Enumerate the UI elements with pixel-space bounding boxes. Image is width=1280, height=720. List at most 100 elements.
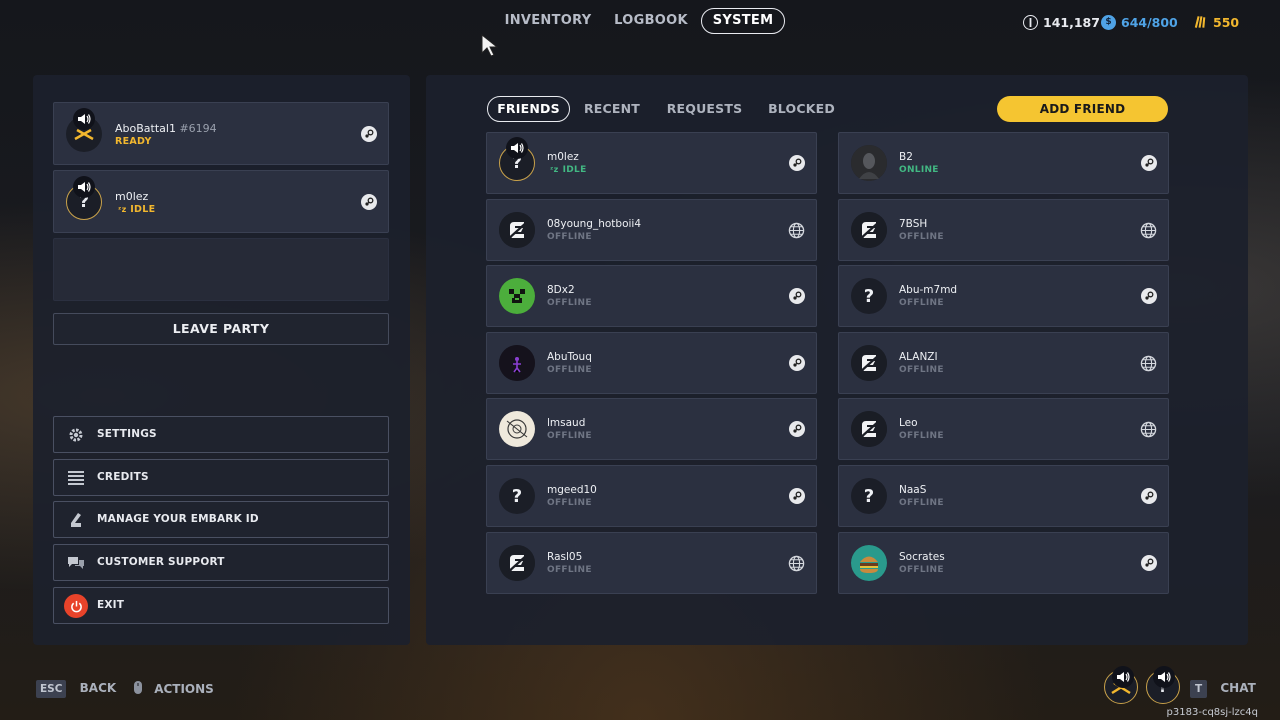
friend-status: OFFLINE <box>899 298 944 308</box>
settings-button[interactable]: SETTINGS <box>53 416 389 453</box>
globe-icon <box>788 222 805 239</box>
exit-button[interactable]: EXIT <box>53 587 389 624</box>
gold-value: 550 <box>1213 14 1240 30</box>
idle-status-text: IDLE <box>130 204 156 215</box>
friend-status: ᶻz IDLE <box>550 165 587 175</box>
question-mark-icon: ? <box>851 478 887 514</box>
chat-hint[interactable]: T CHAT <box>1190 680 1256 700</box>
friend-status: OFFLINE <box>899 565 944 575</box>
friend-card[interactable]: ? m0lez ᶻz IDLE <box>486 132 817 194</box>
tab-logbook[interactable]: LOGBOOK <box>613 8 689 34</box>
friend-card[interactable]: AbuTouq OFFLINE <box>486 332 817 394</box>
manage-embark-id-button[interactable]: MANAGE YOUR EMBARK ID <box>53 501 389 538</box>
creeper-avatar <box>499 278 535 314</box>
profile-photo <box>851 145 887 181</box>
friend-card[interactable]: Socrates OFFLINE <box>838 532 1169 594</box>
tab-friends[interactable]: FRIENDS <box>487 96 570 122</box>
friend-card[interactable]: ALANZI OFFLINE <box>838 332 1169 394</box>
friend-name: mgeed10 <box>547 484 597 496</box>
friend-status-text: OFFLINE <box>547 565 592 575</box>
friend-card[interactable]: Leo OFFLINE <box>838 398 1169 460</box>
steam-icon <box>1141 288 1157 304</box>
back-hint[interactable]: ESC BACK <box>36 680 116 700</box>
steam-icon <box>789 155 805 171</box>
friend-card[interactable]: ? mgeed10 OFFLINE <box>486 465 817 527</box>
friend-name: Socrates <box>899 551 945 563</box>
steam-icon <box>789 288 805 304</box>
tab-system[interactable]: SYSTEM <box>701 8 785 34</box>
tokens-value: 644/800 <box>1121 14 1178 30</box>
steam-icon <box>1141 488 1157 504</box>
friend-status-text: ONLINE <box>899 165 939 175</box>
customer-support-button[interactable]: CUSTOMER SUPPORT <box>53 544 389 581</box>
manage-embark-id-label: MANAGE YOUR EMBARK ID <box>97 513 259 525</box>
friend-status: OFFLINE <box>899 498 944 508</box>
customer-support-label: CUSTOMER SUPPORT <box>97 556 225 568</box>
settings-label: SETTINGS <box>97 428 157 440</box>
embark-logo-icon <box>499 545 535 581</box>
credits-button[interactable]: CREDITS <box>53 459 389 496</box>
party-member-card[interactable]: ? m0lez ᶻz IDLE <box>53 170 389 233</box>
friend-card[interactable]: 08young_hotboii4 OFFLINE <box>486 199 817 261</box>
tab-inventory[interactable]: INVENTORY <box>502 8 594 34</box>
party-member-card[interactable]: AboBattal1 #6194 READY <box>53 102 389 165</box>
chat-label: CHAT <box>1220 681 1256 695</box>
friend-status: OFFLINE <box>547 431 592 441</box>
empty-party-slot <box>53 238 389 301</box>
currency-gold: 550 <box>1193 13 1239 31</box>
friend-card[interactable]: lmsaud OFFLINE <box>486 398 817 460</box>
leave-party-button[interactable]: LEAVE PARTY <box>53 313 389 345</box>
globe-icon <box>1140 355 1157 372</box>
friend-name: 8Dx2 <box>547 284 575 296</box>
friend-status: OFFLINE <box>547 298 592 308</box>
steam-icon <box>361 126 377 142</box>
globe-icon <box>1140 222 1157 239</box>
friend-card[interactable]: ? Abu-m7md OFFLINE <box>838 265 1169 327</box>
friend-name: Leo <box>899 417 918 429</box>
friend-status-text: OFFLINE <box>899 365 944 375</box>
friend-status-text: OFFLINE <box>899 232 944 242</box>
currency-tokens: $ 644/800 <box>1101 13 1178 31</box>
friend-status: ONLINE <box>899 165 939 175</box>
friend-status: OFFLINE <box>899 431 944 441</box>
friend-status: OFFLINE <box>547 365 592 375</box>
embark-logo-icon <box>851 345 887 381</box>
sketch-avatar <box>499 411 535 447</box>
credits-label: CREDITS <box>97 471 149 483</box>
friend-card[interactable]: Rasl05 OFFLINE <box>486 532 817 594</box>
steam-icon <box>789 421 805 437</box>
figure-avatar <box>499 345 535 381</box>
friend-status: OFFLINE <box>899 232 944 242</box>
tab-requests[interactable]: REQUESTS <box>663 96 746 122</box>
tab-blocked[interactable]: BLOCKED <box>764 96 839 122</box>
steam-icon <box>1141 555 1157 571</box>
friend-card[interactable]: 8Dx2 OFFLINE <box>486 265 817 327</box>
esc-key: ESC <box>36 680 67 698</box>
friend-card[interactable]: 7BSH OFFLINE <box>838 199 1169 261</box>
embark-logo-icon <box>499 212 535 248</box>
friend-status-text: OFFLINE <box>547 498 592 508</box>
friend-card[interactable]: B2 ONLINE <box>838 132 1169 194</box>
friend-status: OFFLINE <box>547 498 592 508</box>
steam-icon <box>1141 155 1157 171</box>
tab-recent[interactable]: RECENT <box>579 96 645 122</box>
friend-name: B2 <box>899 151 913 163</box>
embark-id-icon <box>67 511 85 529</box>
voice-speaker-icon <box>1112 666 1134 688</box>
party-member-name: AboBattal1 #6194 <box>115 122 217 135</box>
friend-card[interactable]: ? NaaS OFFLINE <box>838 465 1169 527</box>
credits-list-icon <box>67 469 85 487</box>
friend-name: NaaS <box>899 484 927 496</box>
question-mark-icon: ? <box>851 278 887 314</box>
steam-icon <box>361 194 377 210</box>
gold-icon <box>1193 15 1208 30</box>
friend-status-text: OFFLINE <box>899 565 944 575</box>
gear-icon <box>67 426 85 444</box>
question-mark-icon: ? <box>499 478 535 514</box>
friend-status-text: OFFLINE <box>547 232 592 242</box>
actions-hint[interactable]: ACTIONS <box>133 680 214 700</box>
burger-avatar <box>851 545 887 581</box>
add-friend-button[interactable]: ADD FRIEND <box>997 96 1168 122</box>
player-name-text: AboBattal1 <box>115 122 176 135</box>
friend-name: m0lez <box>547 151 579 163</box>
